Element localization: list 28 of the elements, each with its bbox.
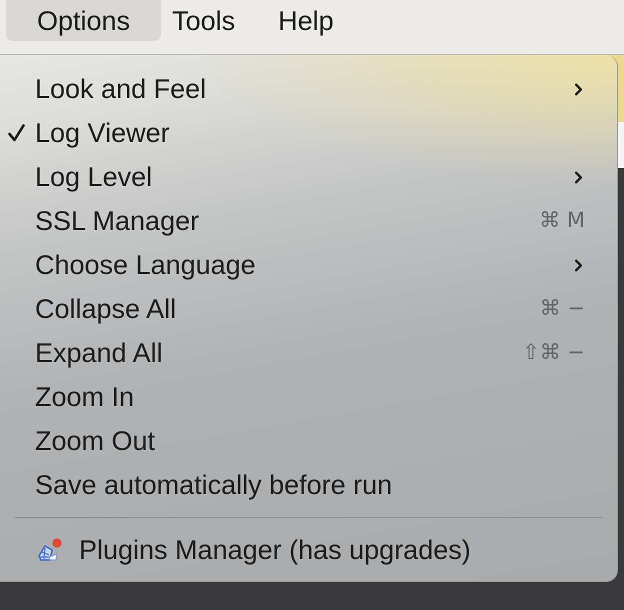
- menu-item[interactable]: Log Viewer: [0, 111, 617, 155]
- menu-item-label: Log Viewer: [35, 117, 170, 149]
- menu-item-label: Save automatically before run: [35, 469, 392, 501]
- menu-item[interactable]: Zoom Out: [0, 419, 617, 463]
- menu-item-label: Log Level: [35, 161, 152, 193]
- menu-item[interactable]: Plugins Manager (has upgrades): [0, 528, 617, 572]
- menu-item[interactable]: Choose Language: [0, 243, 617, 287]
- keyboard-shortcut: ⇧⌘ −: [522, 339, 585, 366]
- menu-bar-item[interactable]: Options: [6, 0, 162, 41]
- menu-item-label: Collapse All: [35, 293, 176, 325]
- menu-item[interactable]: Log Level: [0, 155, 617, 199]
- menu-item-label: Choose Language: [35, 249, 256, 281]
- menu-bar-item[interactable]: Help: [256, 0, 346, 41]
- menu-item-label: SSL Manager: [35, 205, 200, 237]
- keyboard-shortcut: ⌘ M: [539, 207, 585, 234]
- menu-item-label: Expand All: [35, 337, 163, 369]
- menu-item-label: Look and Feel: [35, 73, 206, 105]
- keyboard-shortcut: ⌘ −: [540, 295, 585, 322]
- menu-bar-item[interactable]: Tools: [161, 0, 256, 41]
- menu-item[interactable]: Zoom In: [0, 375, 617, 419]
- menu-item[interactable]: Save automatically before run: [0, 463, 617, 507]
- menu-item[interactable]: SSL Manager ⌘ M: [0, 199, 617, 243]
- menu-item-label: Zoom In: [35, 381, 134, 413]
- menu-item[interactable]: Look and Feel: [0, 67, 617, 111]
- menu-item-label: Plugins Manager (has upgrades): [79, 534, 471, 566]
- menu-item-label: Zoom Out: [35, 425, 156, 457]
- menu-item[interactable]: Collapse All ⌘ −: [0, 287, 617, 331]
- menu-item[interactable]: Expand All ⇧⌘ −: [0, 331, 617, 375]
